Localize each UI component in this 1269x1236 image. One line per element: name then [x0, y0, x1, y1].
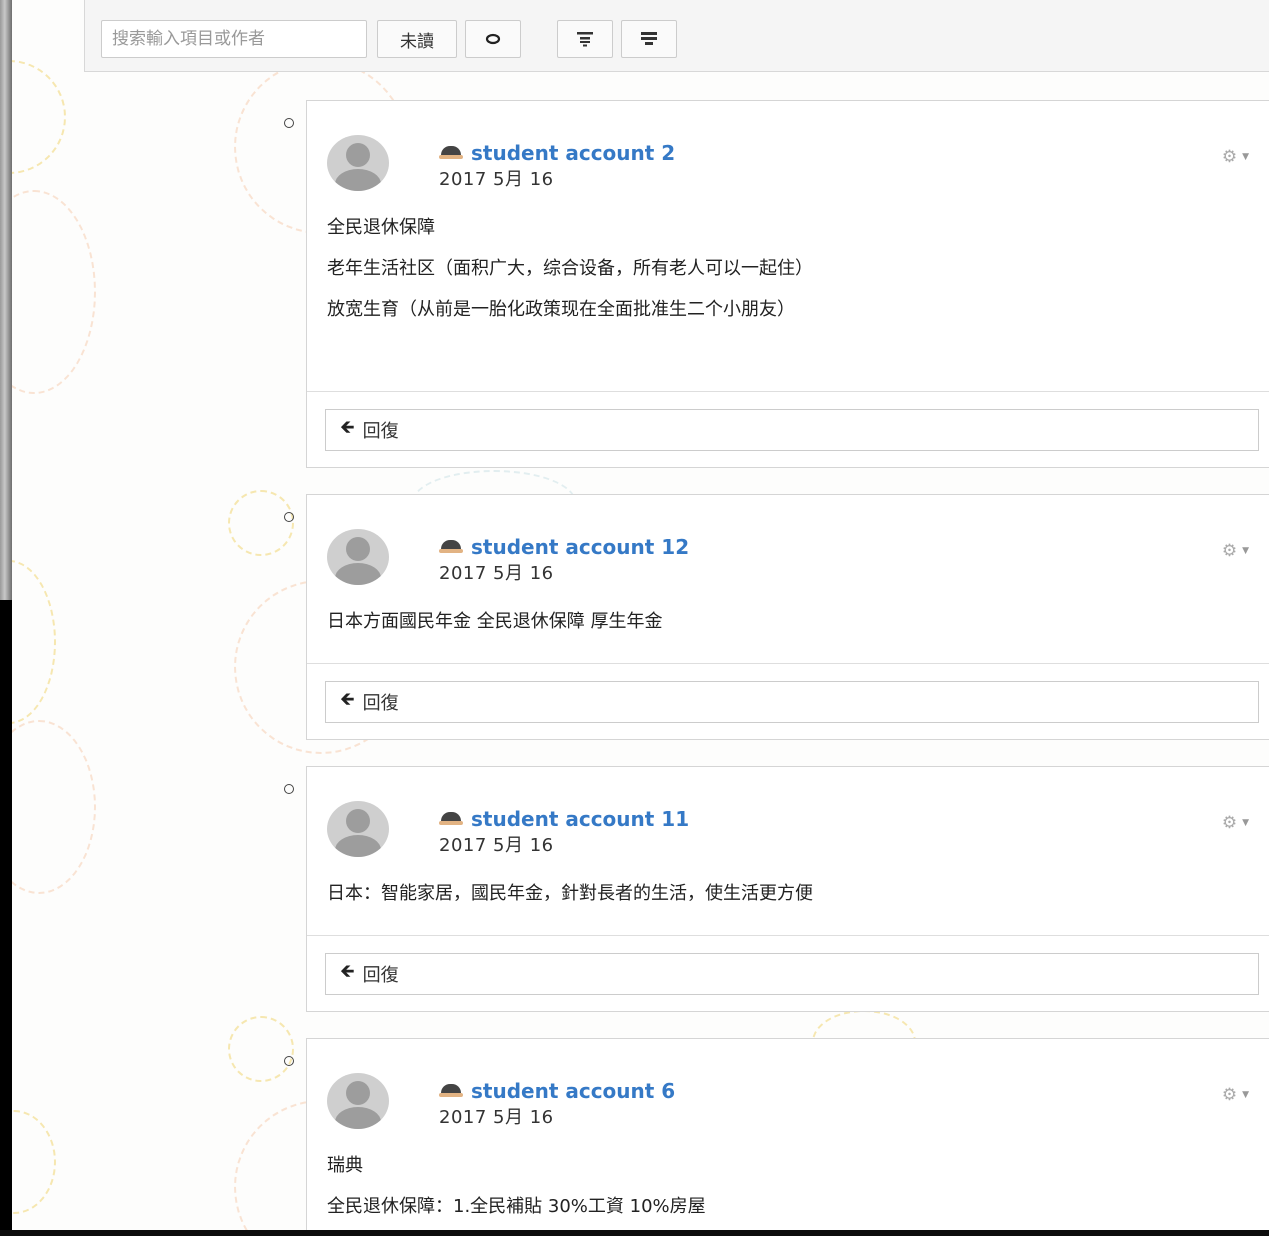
- thread-bullet: [284, 784, 294, 794]
- background-decoration: [12, 720, 96, 894]
- post-options-button[interactable]: ⚙ ▼: [1222, 1085, 1249, 1105]
- post-card: student account 12 2017 5月 16 ⚙ ▼ 日本方面國民年…: [306, 494, 1269, 740]
- post-body-line: 日本：智能家居，國民年金，針對長者的生活，使生活更方便: [327, 883, 813, 904]
- eye-icon: [485, 33, 501, 45]
- reply-arrow-icon: 🡸: [340, 689, 355, 710]
- thread-bullet: [284, 512, 294, 522]
- reply-button[interactable]: 🡸 回復: [325, 681, 1259, 723]
- post-author-link[interactable]: student account 2: [471, 141, 675, 165]
- background-decoration: [12, 60, 66, 174]
- caret-down-icon: ▼: [1242, 546, 1249, 556]
- post-options-button[interactable]: ⚙ ▼: [1222, 147, 1249, 167]
- post-options-button[interactable]: ⚙ ▼: [1222, 813, 1249, 833]
- post-date: 2017 5月 16: [439, 1107, 554, 1128]
- reply-button[interactable]: 🡸 回復: [325, 409, 1259, 451]
- post-date: 2017 5月 16: [439, 835, 554, 856]
- post-body-line: 全民退休保障: [327, 217, 435, 238]
- reply-label: 回復: [362, 421, 399, 442]
- collapse-all-button[interactable]: [621, 20, 677, 58]
- unread-button[interactable]: 未讀: [377, 20, 457, 58]
- window-edge: [0, 0, 12, 600]
- post-author-link[interactable]: student account 11: [471, 807, 689, 831]
- caret-down-icon: ▼: [1242, 152, 1249, 162]
- thread-bullet: [284, 1056, 294, 1066]
- reply-label: 回復: [362, 965, 399, 986]
- reply-arrow-icon: 🡸: [340, 961, 355, 982]
- reply-button[interactable]: 🡸 回復: [325, 953, 1259, 995]
- toggle-read-button[interactable]: [465, 20, 521, 58]
- post-body-line: 瑞典: [327, 1155, 363, 1176]
- post-body-line: 老年生活社区（面积广大，综合设备，所有老人可以一起住）: [327, 258, 813, 279]
- post-author-link[interactable]: student account 6: [471, 1079, 675, 1103]
- post-body-line: 日本方面國民年金 全民退休保障 厚生年金: [327, 611, 663, 632]
- unread-label: 未讀: [400, 31, 434, 52]
- caret-down-icon: ▼: [1242, 1090, 1249, 1100]
- discussion-toolbar: 未讀: [84, 0, 1269, 72]
- background-decoration: [228, 490, 294, 556]
- post-card: student account 2 2017 5月 16 ⚙ ▼ 全民退休保障 老…: [306, 100, 1269, 468]
- gear-icon: ⚙: [1221, 541, 1238, 561]
- expand-all-icon: [577, 32, 593, 47]
- reply-arrow-icon: 🡸: [340, 417, 355, 438]
- caret-down-icon: ▼: [1242, 818, 1249, 828]
- gear-icon: ⚙: [1221, 147, 1238, 167]
- graduation-cap-icon: [439, 812, 463, 826]
- post-body-line: 全民退休保障：1.全民補貼 30%工資 10%房屋: [327, 1196, 706, 1217]
- avatar[interactable]: [327, 801, 389, 857]
- window-edge: [0, 1230, 1269, 1236]
- gear-icon: ⚙: [1221, 1085, 1238, 1105]
- background-decoration: [12, 190, 96, 394]
- gear-icon: ⚙: [1221, 813, 1238, 833]
- collapse-all-icon: [641, 32, 657, 45]
- avatar[interactable]: [327, 135, 389, 191]
- post-footer: [307, 663, 1269, 664]
- post-options-button[interactable]: ⚙ ▼: [1222, 541, 1249, 561]
- expand-all-button[interactable]: [557, 20, 613, 58]
- search-input[interactable]: [101, 20, 367, 58]
- discussion-frame: 未讀 student acco: [12, 0, 1269, 1230]
- background-decoration: [228, 1016, 294, 1082]
- background-decoration: [12, 560, 56, 724]
- post-date: 2017 5月 16: [439, 169, 554, 190]
- graduation-cap-icon: [439, 1084, 463, 1098]
- thread-bullet: [284, 118, 294, 128]
- post-card: student account 11 2017 5月 16 ⚙ ▼ 日本：智能家居…: [306, 766, 1269, 1012]
- reply-label: 回復: [362, 693, 399, 714]
- graduation-cap-icon: [439, 146, 463, 160]
- post-footer: [307, 391, 1269, 392]
- post-card: student account 6 2017 5月 16 ⚙ ▼ 瑞典 全民退休保…: [306, 1038, 1269, 1230]
- post-footer: [307, 935, 1269, 936]
- post-body-line: 放宽生育（从前是一胎化政策现在全面批准生二个小朋友）: [327, 299, 795, 320]
- post-date: 2017 5月 16: [439, 563, 554, 584]
- graduation-cap-icon: [439, 540, 463, 554]
- avatar[interactable]: [327, 529, 389, 585]
- avatar[interactable]: [327, 1073, 389, 1129]
- post-author-link[interactable]: student account 12: [471, 535, 689, 559]
- background-decoration: [12, 1110, 56, 1214]
